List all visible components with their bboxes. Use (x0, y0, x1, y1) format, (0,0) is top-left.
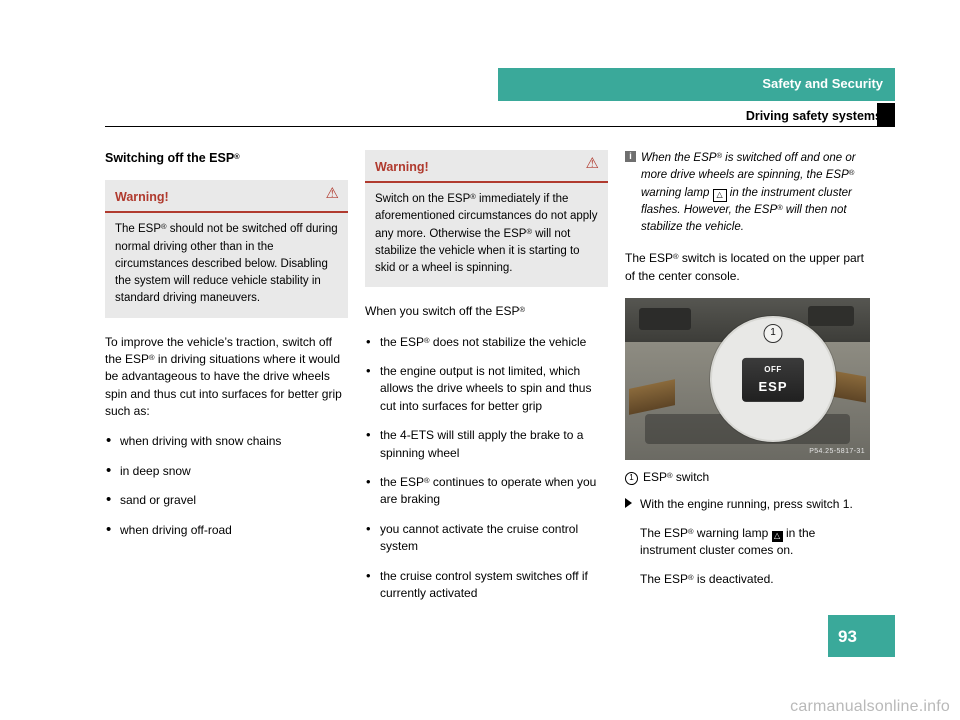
list-item: when driving with snow chains (105, 430, 348, 452)
list-item: sand or gravel (105, 489, 348, 511)
esp-switch-off-label: OFF (764, 364, 782, 374)
page-number: 93 (838, 627, 857, 646)
page-title: Switching off the ESP® (105, 150, 348, 166)
list-item: the ESP® continues to operate when you a… (365, 473, 608, 509)
list-item-part-1: the ESP (380, 474, 425, 489)
list-item: the 4-ETS will still apply the brake to … (365, 426, 608, 462)
center-console-esp-switch-photo: 1 OFF ESP P54.25-5817-31 (625, 298, 870, 461)
image-code: P54.25-5817-31 (809, 447, 865, 455)
list-item: you cannot activate the cruise control s… (365, 520, 608, 556)
warning-box-1-body: The ESP® should not be switched off duri… (105, 213, 348, 317)
legend-text-part-2: switch (672, 470, 710, 485)
list-item: the cruise control system switches off i… (365, 567, 608, 603)
list-item: when driving off-road (105, 519, 348, 541)
warning-box-2: Warning! ⚠ Switch on the ESP® immediatel… (365, 150, 608, 288)
warning-box-1: Warning! ⚠ The ESP® should not be switch… (105, 180, 348, 318)
esp-warning-lamp-icon: △ (712, 188, 727, 202)
switch-off-lead-text: When you switch off the ESP (365, 304, 520, 319)
list-item-part-1: the 4-ETS will still apply the brake to … (380, 428, 584, 460)
info-icon: i (625, 151, 636, 162)
manual-page: Safety and Security Driving safety syste… (0, 0, 960, 720)
warning-box-2-body: Switch on the ESP® immediately if the af… (365, 183, 608, 287)
column-left: Switching off the ESP® Warning! ⚠ The ES… (105, 150, 348, 551)
result-1-part-1: The ESP (640, 525, 689, 540)
column-right: i When the ESP® is switched off and one o… (625, 150, 870, 599)
warning-text-part-1: Switch on the ESP (375, 193, 471, 205)
warning-box-2-header: Warning! ⚠ (365, 150, 608, 183)
air-vent-right (808, 306, 854, 327)
warning-triangle-icon: ⚠ (585, 155, 599, 172)
chapter-title: Safety and Security (762, 76, 883, 91)
triangle-right-icon (625, 498, 632, 509)
esp-switch-main-label: ESP (758, 378, 788, 394)
switch-off-lead: When you switch off the ESP® (365, 303, 608, 320)
step-text-part-1: With the engine running, press switch (640, 497, 843, 512)
registered-mark: ® (519, 305, 526, 315)
result-paragraph-2: The ESP® is deactivated. (640, 571, 870, 588)
figure-legend: 1 ESP® switch (625, 469, 870, 486)
step-text-part-2: . (849, 497, 853, 512)
page-tab-marker (877, 103, 895, 126)
intro-paragraph: To improve the vehicle’s traction, switc… (105, 334, 348, 421)
warning-text-part-1: The ESP (115, 223, 162, 236)
switch-location-part-1: The ESP (625, 251, 674, 266)
page-title-text: Switching off the ESP (105, 151, 235, 165)
list-item-part-1: the engine output is not limited, which … (380, 364, 592, 413)
warning-text-part-2: should not be switched off during normal… (115, 223, 338, 305)
warning-box-1-header: Warning! ⚠ (105, 180, 348, 214)
esp-switch-button: OFF ESP (742, 357, 804, 402)
registered-mark: ® (234, 152, 240, 161)
magnified-callout: 1 OFF ESP (710, 316, 836, 443)
list-item: the ESP® does not stabilize the vehicle (365, 333, 608, 352)
legend-number: 1 (625, 472, 638, 486)
traction-situations-list: when driving with snow chains in deep sn… (105, 430, 348, 541)
list-item-part-2: does not stabilize the vehicle (429, 334, 587, 349)
result-1-part-2: warning lamp (693, 525, 772, 540)
legend-text-part-1: ESP (643, 470, 668, 485)
result-2-part-2: is deactivated. (693, 571, 774, 586)
air-vent-left (639, 308, 691, 331)
callout-number: 1 (763, 324, 783, 344)
list-item: in deep snow (105, 460, 348, 482)
list-item-part-1: you cannot activate the cruise control s… (380, 521, 579, 554)
chapter-header-bar: Safety and Security (498, 68, 895, 101)
column-middle: Warning! ⚠ Switch on the ESP® immediatel… (365, 150, 608, 614)
list-item: the engine output is not limited, which … (365, 362, 608, 415)
esp-warning-lamp-icon: △ (771, 530, 783, 542)
warning-triangle-icon: ⚠ (325, 185, 339, 203)
info-note: i When the ESP® is switched off and one o… (625, 150, 870, 236)
list-item-part-1: the cruise control system switches off i… (380, 568, 588, 600)
result-2-part-1: The ESP (640, 571, 689, 586)
section-title: Driving safety systems (745, 109, 882, 123)
note-part-1: When the ESP (641, 152, 717, 164)
switch-location-paragraph: The ESP® switch is located on the upper … (625, 250, 870, 285)
registered-mark: ® (848, 168, 855, 178)
switch-off-effects-list: the ESP® does not stabilize the vehicle … (365, 333, 608, 603)
list-item-part-1: the ESP (380, 334, 425, 349)
header-divider (105, 126, 895, 127)
warning-label: Warning! (375, 160, 429, 174)
note-part-3: warning lamp (641, 186, 713, 199)
page-number-bar: 93 (828, 615, 895, 657)
warning-label: Warning! (115, 190, 169, 205)
procedure-step: With the engine running, press switch 1. (625, 496, 870, 513)
watermark: carmanualsonline.info (790, 698, 950, 715)
result-paragraph-1: The ESP® warning lamp △ in the instrumen… (640, 525, 870, 560)
